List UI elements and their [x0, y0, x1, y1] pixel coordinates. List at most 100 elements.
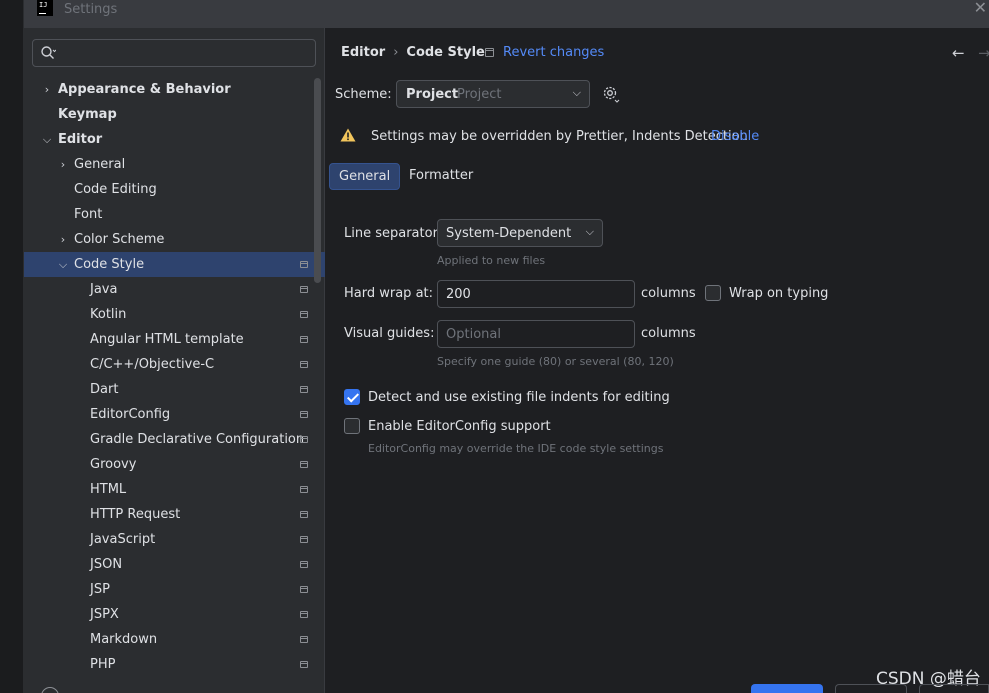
- hard-wrap-unit: columns: [641, 286, 696, 301]
- project-scope-icon: [300, 486, 308, 493]
- tree-item-label: Code Editing: [74, 182, 157, 197]
- tree-item[interactable]: › Color Scheme: [24, 227, 325, 252]
- tree-item-label: JSP: [90, 582, 110, 597]
- search-icon: [41, 46, 56, 59]
- tree-item[interactable]: ⌵ Code Style: [24, 252, 325, 277]
- chevron-down-icon[interactable]: ⌵: [41, 127, 53, 152]
- tree-item[interactable]: Dart: [24, 377, 325, 402]
- tree-item[interactable]: Markdown: [24, 627, 325, 652]
- project-scope-icon: [300, 436, 308, 443]
- forward-arrow-icon[interactable]: →: [978, 44, 989, 62]
- wrap-on-typing-label[interactable]: Wrap on typing: [729, 286, 828, 301]
- tree-item[interactable]: JSP: [24, 577, 325, 602]
- tree-item-label: JSPX: [90, 607, 119, 622]
- tree-item-label: Dart: [90, 382, 119, 397]
- close-icon[interactable]: ✕: [974, 0, 987, 17]
- visual-guides-unit: columns: [641, 326, 696, 341]
- tree-item[interactable]: Java: [24, 277, 325, 302]
- tree-item[interactable]: JSPX: [24, 602, 325, 627]
- tab-formatter[interactable]: Formatter: [400, 163, 482, 190]
- scheme-label: Scheme:: [335, 87, 392, 102]
- project-scope-icon: [300, 511, 308, 518]
- tree-item-label: Font: [74, 207, 103, 222]
- tree-item[interactable]: Code Editing: [24, 177, 325, 202]
- scheme-dropdown[interactable]: Project Project ⌵: [396, 80, 590, 108]
- title-bar: IJ Settings ✕: [24, 0, 989, 28]
- tree-item-label: HTTP Request: [90, 507, 181, 522]
- project-scope-icon: [300, 261, 308, 268]
- apply-button[interactable]: [919, 684, 989, 693]
- tree-item-label: Code Style: [74, 257, 145, 272]
- tree-scrollbar[interactable]: [314, 78, 321, 283]
- tree-item[interactable]: Angular HTML template: [24, 327, 325, 352]
- editorconfig-label[interactable]: Enable EditorConfig support: [368, 419, 551, 434]
- gear-icon[interactable]: [602, 85, 620, 103]
- project-scope-icon: [300, 536, 308, 543]
- detect-indents-label[interactable]: Detect and use existing file indents for…: [368, 390, 670, 405]
- tree-item[interactable]: HTTP Request: [24, 502, 325, 527]
- tree-item[interactable]: PHP: [24, 652, 325, 677]
- tree-item-label: Markdown: [90, 632, 158, 647]
- line-separator-dropdown[interactable]: System-Dependent ⌵: [437, 219, 603, 247]
- cancel-button[interactable]: [835, 684, 907, 693]
- tree-item-label: PHP: [90, 657, 116, 672]
- tree-item-label: HTML: [90, 482, 127, 497]
- project-scope-icon: [300, 586, 308, 593]
- ok-button[interactable]: [751, 684, 823, 693]
- project-scope-icon: [300, 311, 308, 318]
- breadcrumb-separator: ›: [393, 45, 399, 60]
- breadcrumb-current: Code Style: [406, 45, 485, 60]
- wrap-on-typing-checkbox[interactable]: [705, 285, 721, 301]
- editorconfig-hint: EditorConfig may override the IDE code s…: [368, 442, 664, 455]
- project-scope-icon: [300, 561, 308, 568]
- disable-link[interactable]: Disable: [711, 129, 759, 144]
- search-box[interactable]: [32, 39, 316, 67]
- tree-item[interactable]: Keymap: [24, 102, 325, 127]
- detect-indents-checkbox[interactable]: [344, 389, 360, 405]
- help-icon[interactable]: [41, 687, 59, 693]
- tree-item[interactable]: JavaScript: [24, 527, 325, 552]
- revert-changes-link[interactable]: Revert changes: [503, 45, 604, 60]
- tab-general[interactable]: General: [329, 163, 401, 190]
- warning-icon: [340, 128, 356, 142]
- tree-item[interactable]: › Appearance & Behavior: [24, 77, 325, 102]
- app-logo-icon: IJ: [37, 0, 53, 16]
- tree-item[interactable]: Font: [24, 202, 325, 227]
- tree-item-label: Gradle Declarative Configuration: [90, 432, 305, 447]
- chevron-right-icon[interactable]: ›: [57, 152, 69, 177]
- tree-item[interactable]: Kotlin: [24, 302, 325, 327]
- tree-item[interactable]: HTML: [24, 477, 325, 502]
- chevron-down-icon[interactable]: ⌵: [57, 252, 69, 277]
- chevron-down-icon: ⌵: [585, 225, 594, 238]
- chevron-right-icon[interactable]: ›: [41, 77, 53, 102]
- line-separator-hint: Applied to new files: [437, 254, 546, 267]
- project-scope-icon: [300, 336, 308, 343]
- tree-item[interactable]: EditorConfig: [24, 402, 325, 427]
- tree-item[interactable]: › General: [24, 152, 325, 177]
- back-arrow-icon[interactable]: ←: [952, 44, 965, 62]
- hard-wrap-input[interactable]: [437, 280, 635, 308]
- tree-item[interactable]: C/C++/Objective-C: [24, 352, 325, 377]
- tree-item-label: Editor: [58, 132, 103, 147]
- tree-item[interactable]: ⌵ Editor: [24, 127, 325, 152]
- tree-item[interactable]: Gradle Declarative Configuration: [24, 427, 325, 452]
- tree-item[interactable]: JSON: [24, 552, 325, 577]
- visual-guides-hint: Specify one guide (80) or several (80, 1…: [437, 355, 674, 368]
- breadcrumb-parent[interactable]: Editor: [341, 45, 385, 60]
- visual-guides-input[interactable]: [437, 320, 635, 348]
- chevron-right-icon[interactable]: ›: [57, 227, 69, 252]
- background-editor-strip: [0, 0, 24, 693]
- settings-tree-panel: › Appearance & Behavior Keymap ⌵ Editor › Gene…: [24, 28, 325, 693]
- scheme-subvalue: Project: [457, 87, 502, 102]
- visual-guides-label: Visual guides:: [344, 326, 435, 341]
- editorconfig-checkbox[interactable]: [344, 418, 360, 434]
- tree-item-label: JavaScript: [90, 532, 156, 547]
- scheme-value: Project: [406, 87, 459, 102]
- tree-item-label: EditorConfig: [90, 407, 171, 422]
- chevron-down-icon: ⌵: [572, 86, 581, 99]
- search-input[interactable]: [61, 44, 311, 62]
- tree-item[interactable]: Groovy: [24, 452, 325, 477]
- project-scope-icon: [300, 286, 308, 293]
- project-scope-icon: [300, 411, 308, 418]
- project-scope-icon: [300, 661, 308, 668]
